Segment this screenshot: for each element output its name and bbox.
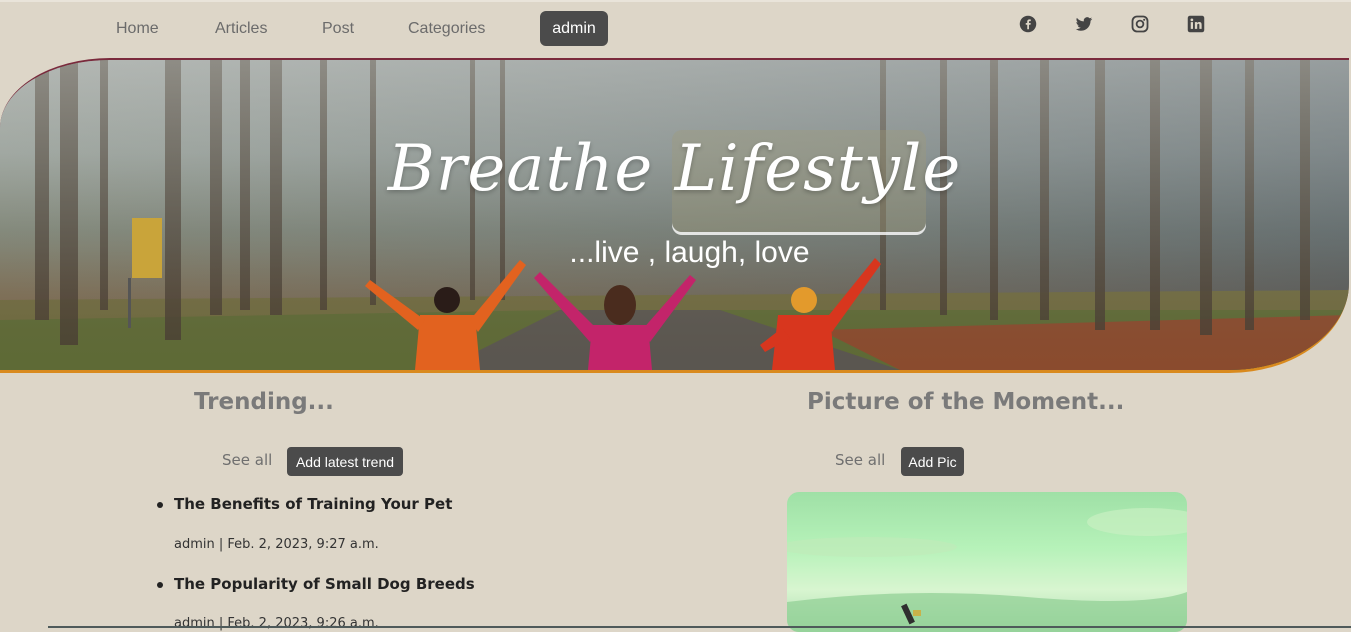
- linkedin-icon[interactable]: [1187, 15, 1205, 33]
- nav-categories[interactable]: Categories: [408, 20, 485, 38]
- trend-item-title[interactable]: The Popularity of Small Dog Breeds: [174, 575, 475, 593]
- nav-home[interactable]: Home: [116, 20, 159, 38]
- bullet: [157, 582, 163, 588]
- picture-of-moment-image[interactable]: [787, 492, 1187, 632]
- admin-user-button[interactable]: admin: [540, 11, 608, 46]
- facebook-icon[interactable]: [1019, 15, 1037, 33]
- bullet: [157, 502, 163, 508]
- picture-title: Picture of the Moment...: [807, 389, 1125, 415]
- nav-articles[interactable]: Articles: [215, 20, 267, 38]
- nav-post[interactable]: Post: [322, 20, 354, 38]
- picture-see-all-link[interactable]: See all: [835, 451, 885, 469]
- trending-title: Trending...: [194, 389, 334, 415]
- trend-item-meta: admin | Feb. 2, 2023, 9:26 a.m.: [174, 616, 379, 631]
- trend-item-title[interactable]: The Benefits of Training Your Pet: [174, 495, 452, 513]
- hero-banner: Breathe Lifestyle ...live , laugh, love: [0, 58, 1349, 373]
- hero-subtitle: ...live , laugh, love: [569, 236, 810, 269]
- instagram-icon[interactable]: [1131, 15, 1149, 33]
- add-latest-trend-button[interactable]: Add latest trend: [287, 447, 403, 476]
- trending-see-all-link[interactable]: See all: [222, 451, 272, 469]
- hero-title: Breathe Lifestyle: [387, 132, 962, 206]
- trend-item-meta: admin | Feb. 2, 2023, 9:27 a.m.: [174, 537, 379, 552]
- top-nav: Home Articles Post Categories admin: [0, 0, 1351, 58]
- picture-image-content: [787, 508, 1187, 632]
- twitter-icon[interactable]: [1075, 15, 1093, 33]
- add-pic-button[interactable]: Add Pic: [901, 447, 964, 476]
